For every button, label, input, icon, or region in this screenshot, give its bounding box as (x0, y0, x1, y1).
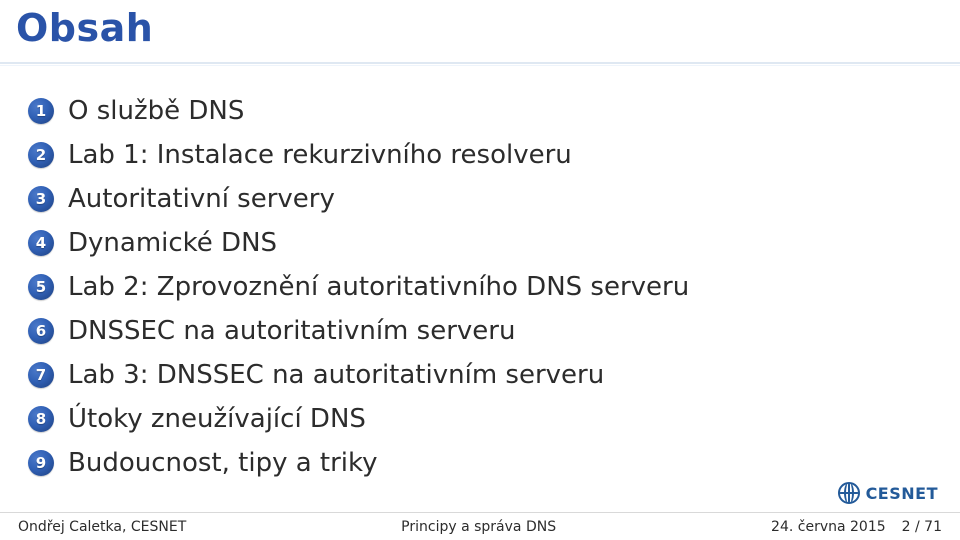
logo-text: CESNET (866, 484, 938, 503)
item-number-badge: 2 (28, 142, 54, 168)
globe-icon (838, 482, 860, 504)
list-item: 2 Lab 1: Instalace rekurzivního resolver… (28, 140, 944, 170)
list-item: 5 Lab 2: Zprovoznění autoritativního DNS… (28, 272, 944, 302)
item-number-badge: 5 (28, 274, 54, 300)
list-item: 3 Autoritativní servery (28, 184, 944, 214)
slide-title: Obsah (16, 6, 944, 50)
item-number-badge: 4 (28, 230, 54, 256)
item-label: Dynamické DNS (68, 228, 277, 258)
item-label: Útoky zneužívající DNS (68, 404, 366, 434)
item-number-badge: 6 (28, 318, 54, 344)
item-number-badge: 7 (28, 362, 54, 388)
footer-author: Ondřej Caletka, CESNET (0, 519, 186, 535)
footer-bar: Ondřej Caletka, CESNET Principy a správa… (0, 512, 960, 540)
item-label: Lab 3: DNSSEC na autoritativním serveru (68, 360, 604, 390)
footer-right: 24. června 2015 2 / 71 (771, 519, 960, 535)
item-number-badge: 1 (28, 98, 54, 124)
list-item: 9 Budoucnost, tipy a triky (28, 448, 944, 478)
item-label: Lab 2: Zprovoznění autoritativního DNS s… (68, 272, 689, 302)
list-item: 8 Útoky zneužívající DNS (28, 404, 944, 434)
list-item: 7 Lab 3: DNSSEC na autoritativním server… (28, 360, 944, 390)
footer-title: Principy a správa DNS (186, 519, 771, 535)
item-label: O službě DNS (68, 96, 244, 126)
item-label: Budoucnost, tipy a triky (68, 448, 378, 478)
footer-date: 24. června 2015 (771, 519, 886, 535)
item-label: Lab 1: Instalace rekurzivního resolveru (68, 140, 572, 170)
outline-list: 1 O službě DNS 2 Lab 1: Instalace rekurz… (0, 64, 960, 478)
footer-page: 2 / 71 (902, 519, 942, 535)
org-logo: CESNET (838, 482, 938, 504)
item-label: DNSSEC na autoritativním serveru (68, 316, 515, 346)
item-label: Autoritativní servery (68, 184, 335, 214)
list-item: 4 Dynamické DNS (28, 228, 944, 258)
list-item: 6 DNSSEC na autoritativním serveru (28, 316, 944, 346)
slide: Obsah 1 O službě DNS 2 Lab 1: Instalace … (0, 0, 960, 540)
item-number-badge: 3 (28, 186, 54, 212)
title-bar: Obsah (0, 0, 960, 64)
list-item: 1 O službě DNS (28, 96, 944, 126)
item-number-badge: 8 (28, 406, 54, 432)
item-number-badge: 9 (28, 450, 54, 476)
